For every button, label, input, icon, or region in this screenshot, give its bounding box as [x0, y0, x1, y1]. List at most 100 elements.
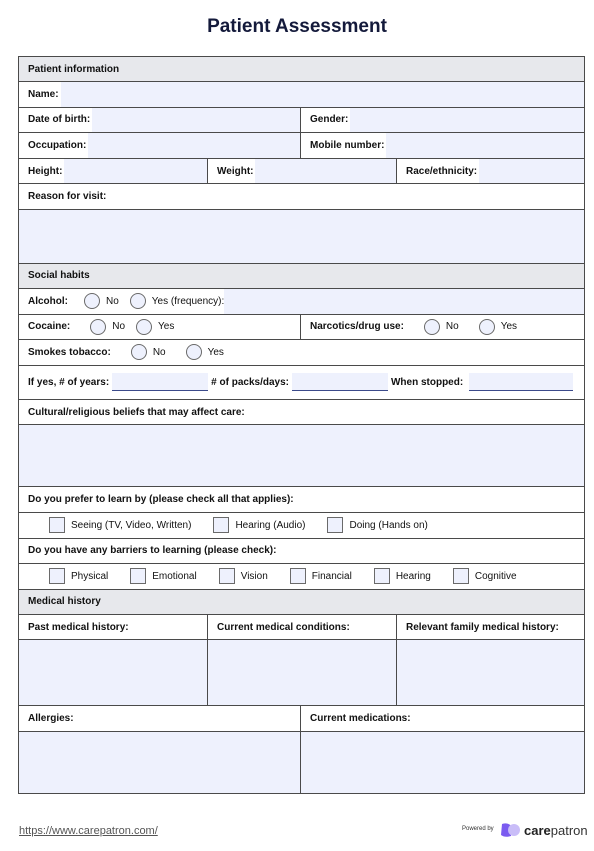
checkbox-icon[interactable]	[213, 517, 230, 534]
mobile-label: Mobile number:	[301, 133, 387, 158]
name-field[interactable]	[60, 82, 584, 107]
checkbox-icon[interactable]	[49, 568, 65, 585]
checkbox-icon[interactable]	[373, 568, 390, 585]
alcohol-yes-option[interactable]: Yes (frequency):	[129, 289, 225, 314]
option-label: No	[445, 321, 459, 333]
barrier-option-hearing[interactable]: Hearing	[373, 568, 431, 585]
checkbox-icon[interactable]	[130, 568, 147, 585]
cocaine-label: Cocaine:	[19, 314, 91, 340]
alcohol-frequency-field[interactable]	[224, 288, 584, 314]
years-label: If yes, # of years:	[28, 376, 110, 388]
radio-icon[interactable]	[423, 318, 440, 335]
option-label: Emotional	[152, 570, 197, 582]
family-history-label: Relevant family medical history:	[397, 614, 561, 640]
barrier-option-cognitive[interactable]: Cognitive	[452, 568, 517, 585]
option-label: Hearing (Audio)	[235, 519, 306, 531]
barrier-option-emotional[interactable]: Emotional	[130, 568, 197, 585]
tobacco-yes-option[interactable]: Yes	[185, 344, 224, 361]
checkbox-icon[interactable]	[327, 517, 344, 534]
medical-labels-row: Past medical history: Current medical co…	[19, 614, 584, 641]
footer-url-link[interactable]: https://www.carepatron.com/	[19, 825, 158, 837]
option-label: Financial	[311, 570, 352, 582]
tobacco-details-row: If yes, # of years: # of packs/days: Whe…	[19, 366, 584, 400]
carepatron-logo-icon	[501, 823, 520, 837]
years-field[interactable]	[112, 373, 209, 392]
powered-by-label: Powered by	[462, 826, 494, 832]
barrier-options-row: Physical Emotional Vision Financial Hear…	[19, 564, 584, 590]
allergies-label: Allergies:	[19, 706, 76, 731]
checkbox-icon[interactable]	[49, 517, 65, 534]
cocaine-no-option[interactable]: No	[90, 318, 126, 335]
checkbox-icon[interactable]	[289, 568, 306, 585]
radio-icon[interactable]	[185, 344, 202, 361]
occupation-field[interactable]	[88, 133, 300, 158]
section-header-medical: Medical history	[19, 589, 584, 615]
family-history-field[interactable]	[397, 640, 584, 706]
height-weight-race-row: Height: Weight: Race/ethnicity:	[19, 158, 584, 185]
radio-icon[interactable]	[90, 318, 107, 335]
reason-field[interactable]	[19, 209, 584, 264]
dob-field[interactable]	[92, 107, 300, 133]
packs-field[interactable]	[291, 373, 388, 392]
barrier-option-vision[interactable]: Vision	[218, 568, 268, 585]
radio-icon[interactable]	[130, 344, 147, 361]
option-label: No	[112, 321, 126, 333]
cultural-label: Cultural/religious beliefs that may affe…	[19, 400, 584, 426]
option-label: Yes	[207, 346, 224, 358]
checkbox-icon[interactable]	[218, 568, 235, 585]
option-label: Cognitive	[474, 570, 517, 582]
allergies-field[interactable]	[19, 731, 301, 793]
option-label: Yes	[500, 321, 518, 333]
narcotics-yes-option[interactable]: Yes	[478, 318, 518, 335]
learn-option-seeing[interactable]: Seeing (TV, Video, Written)	[49, 517, 192, 534]
alcohol-row: Alcohol: No Yes (frequency):	[19, 288, 584, 315]
allergies-meds-fields-row	[19, 731, 584, 793]
radio-icon[interactable]	[478, 318, 495, 335]
section-header-patient-info: Patient information	[19, 57, 584, 82]
radio-icon[interactable]	[136, 318, 153, 335]
occupation-label: Occupation:	[19, 133, 89, 158]
tobacco-no-option[interactable]: No	[130, 344, 166, 361]
learn-option-doing[interactable]: Doing (Hands on)	[327, 517, 428, 534]
narcotics-no-option[interactable]: No	[423, 318, 459, 335]
cultural-field[interactable]	[19, 425, 584, 488]
option-label: Seeing (TV, Video, Written)	[71, 519, 192, 531]
learn-option-hearing[interactable]: Hearing (Audio)	[213, 517, 306, 534]
cocaine-narcotics-row: Cocaine: No Yes Narcotics/drug use: No Y…	[19, 314, 584, 341]
stopped-field[interactable]	[469, 373, 574, 392]
weight-field[interactable]	[255, 158, 396, 184]
option-label: Hearing	[395, 570, 431, 582]
stopped-label: When stopped:	[390, 376, 464, 388]
checkbox-icon[interactable]	[452, 568, 469, 585]
learn-options-row: Seeing (TV, Video, Written) Hearing (Aud…	[19, 513, 584, 539]
height-field[interactable]	[64, 158, 207, 184]
name-row: Name:	[19, 82, 584, 108]
tobacco-label: Smokes tobacco:	[19, 340, 131, 365]
assessment-form: Patient information Name: Date of birth:…	[18, 56, 585, 794]
occupation-mobile-row: Occupation: Mobile number:	[19, 133, 584, 159]
past-history-field[interactable]	[19, 640, 208, 706]
race-field[interactable]	[479, 158, 584, 184]
height-label: Height:	[19, 158, 65, 184]
mobile-field[interactable]	[386, 133, 584, 158]
radio-icon[interactable]	[84, 293, 100, 310]
narcotics-label: Narcotics/drug use:	[301, 314, 424, 340]
gender-field[interactable]	[350, 107, 584, 133]
radio-icon[interactable]	[129, 293, 146, 310]
option-label: Yes	[158, 321, 175, 333]
medical-fields-row	[19, 640, 584, 707]
alcohol-no-option[interactable]: No	[84, 289, 119, 314]
carepatron-brand: carepatron	[524, 823, 588, 838]
medications-field[interactable]	[301, 731, 584, 793]
option-label: Yes (frequency):	[151, 295, 225, 307]
medications-label: Current medications:	[301, 706, 413, 731]
option-label: Vision	[240, 570, 268, 582]
cocaine-yes-option[interactable]: Yes	[136, 318, 175, 335]
allergies-meds-labels-row: Allergies: Current medications:	[19, 706, 584, 732]
current-conditions-field[interactable]	[208, 640, 397, 706]
barrier-option-financial[interactable]: Financial	[289, 568, 352, 585]
race-label: Race/ethnicity:	[397, 158, 480, 184]
barrier-option-physical[interactable]: Physical	[49, 568, 108, 585]
option-label: No	[152, 346, 166, 358]
reason-label: Reason for visit:	[19, 184, 584, 210]
